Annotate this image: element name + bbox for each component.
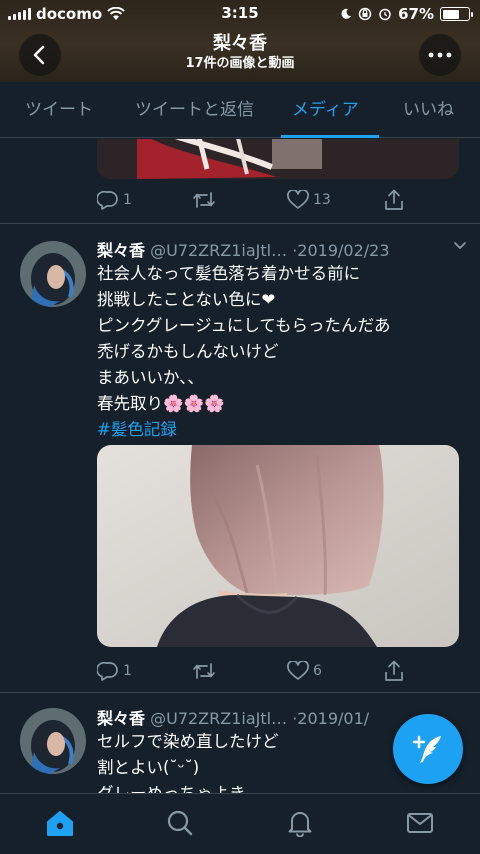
reply-icon [97, 190, 118, 210]
bottom-nav [0, 793, 480, 854]
alarm-icon [379, 8, 391, 21]
tweet-date: ·2019/01/ [292, 709, 370, 728]
like-button[interactable]: 6 [287, 658, 322, 684]
author-handle[interactable]: @U72ZRZ1iaJtl… [150, 709, 287, 728]
active-tab-indicator [281, 135, 379, 138]
tab-tweets[interactable]: ツイート [25, 82, 93, 138]
tweet-line: グレーめっちゃよき [97, 781, 462, 793]
chevron-down-icon[interactable] [453, 241, 467, 251]
timeline[interactable]: 1 13 梨々香 @U72ZRZ1iaJtl… ·2019/02/23 社会人な… [0, 139, 480, 793]
previous-tweet-media[interactable] [97, 139, 459, 179]
previous-tweet-actions: 1 13 [97, 187, 417, 213]
tweet-card[interactable]: 梨々香 @U72ZRZ1iaJtl… ·2019/02/23 社会人なって髪色落… [0, 224, 480, 692]
tweet-line: 春先取り🌸🌸🌸 [97, 394, 225, 413]
compose-feather-icon [412, 735, 441, 763]
status-bar: docomo 3:15 67% [0, 0, 480, 28]
profile-tabs: ツイート ツイートと返信 メディア いいね [0, 82, 480, 138]
bell-icon [288, 812, 312, 837]
share-button[interactable] [384, 658, 404, 684]
page-subtitle: 17件の画像と動画 [185, 56, 295, 71]
author-name[interactable]: 梨々香 [97, 709, 145, 728]
tab-likes[interactable]: いいね [403, 82, 454, 138]
retweet-button[interactable] [192, 658, 216, 684]
envelope-icon [407, 813, 433, 833]
reply-count: 1 [123, 192, 132, 208]
avatar[interactable] [20, 241, 86, 307]
tab-tweets-and-replies[interactable]: ツイートと返信 [135, 82, 254, 138]
share-icon [385, 189, 403, 210]
nav-notifications[interactable] [285, 808, 315, 838]
tweet-date: ·2019/02/23 [292, 241, 390, 260]
rotation-lock-icon [358, 7, 372, 21]
nav-home[interactable] [45, 808, 75, 838]
battery-icon [440, 7, 473, 21]
reply-button[interactable]: 1 [97, 187, 132, 213]
page-title: 梨々香 [213, 33, 267, 54]
tweet-line: まあいいか、、 [97, 368, 204, 387]
nav-search[interactable] [165, 808, 195, 838]
home-icon [47, 811, 73, 836]
moon-icon [341, 8, 352, 19]
share-icon [385, 660, 403, 681]
status-right: 67% [340, 5, 473, 23]
like-count: 6 [313, 663, 322, 679]
battery-percent: 67% [398, 5, 434, 23]
title-block: 梨々香 17件の画像と動画 [0, 33, 480, 73]
media-image [97, 139, 459, 179]
avatar-image [20, 241, 86, 307]
retweet-button[interactable] [192, 187, 216, 213]
tweet-text: 社会人なって髪色落ち着かせる前に 挑戦したことない色に❤︎ ピンクグレージュにし… [97, 261, 462, 443]
compose-tweet-button[interactable] [393, 714, 463, 784]
retweet-icon [193, 663, 215, 679]
reply-button[interactable]: 1 [97, 658, 132, 684]
like-button[interactable]: 13 [287, 187, 331, 213]
tweet-line: 挑戦したことない色に❤︎ [97, 290, 276, 309]
author-name[interactable]: 梨々香 [97, 241, 145, 260]
search-icon [167, 810, 193, 836]
more-button[interactable] [419, 34, 461, 76]
like-count: 13 [313, 192, 331, 208]
nav-messages[interactable] [405, 808, 435, 838]
tweet-actions: 1 6 [97, 658, 417, 684]
tweet-media[interactable] [97, 445, 459, 647]
tweet-line: ピンクグレージュにしてもらったんだあ [97, 316, 391, 335]
tweet-line: 禿げるかもしんないけど [97, 342, 279, 361]
media-image [97, 445, 459, 647]
profile-header: docomo 3:15 67% 梨々香 17件の画像と動画 [0, 0, 480, 82]
tweet-line: 社会人なって髪色落ち着かせる前に [97, 264, 361, 283]
retweet-icon [193, 192, 215, 208]
avatar[interactable] [20, 708, 86, 774]
share-button[interactable] [384, 187, 404, 213]
tab-media[interactable]: メディア [292, 82, 359, 138]
tweet-header: 梨々香 @U72ZRZ1iaJtl… ·2019/02/23 [97, 237, 467, 261]
reply-count: 1 [123, 663, 132, 679]
heart-icon [287, 190, 309, 209]
heart-icon [287, 661, 309, 680]
reply-icon [97, 661, 118, 681]
author-handle[interactable]: @U72ZRZ1iaJtl… [150, 241, 287, 260]
avatar-image [20, 708, 86, 774]
ellipsis-icon [428, 52, 452, 58]
hashtag-link[interactable]: #髪色記録 [97, 417, 462, 443]
